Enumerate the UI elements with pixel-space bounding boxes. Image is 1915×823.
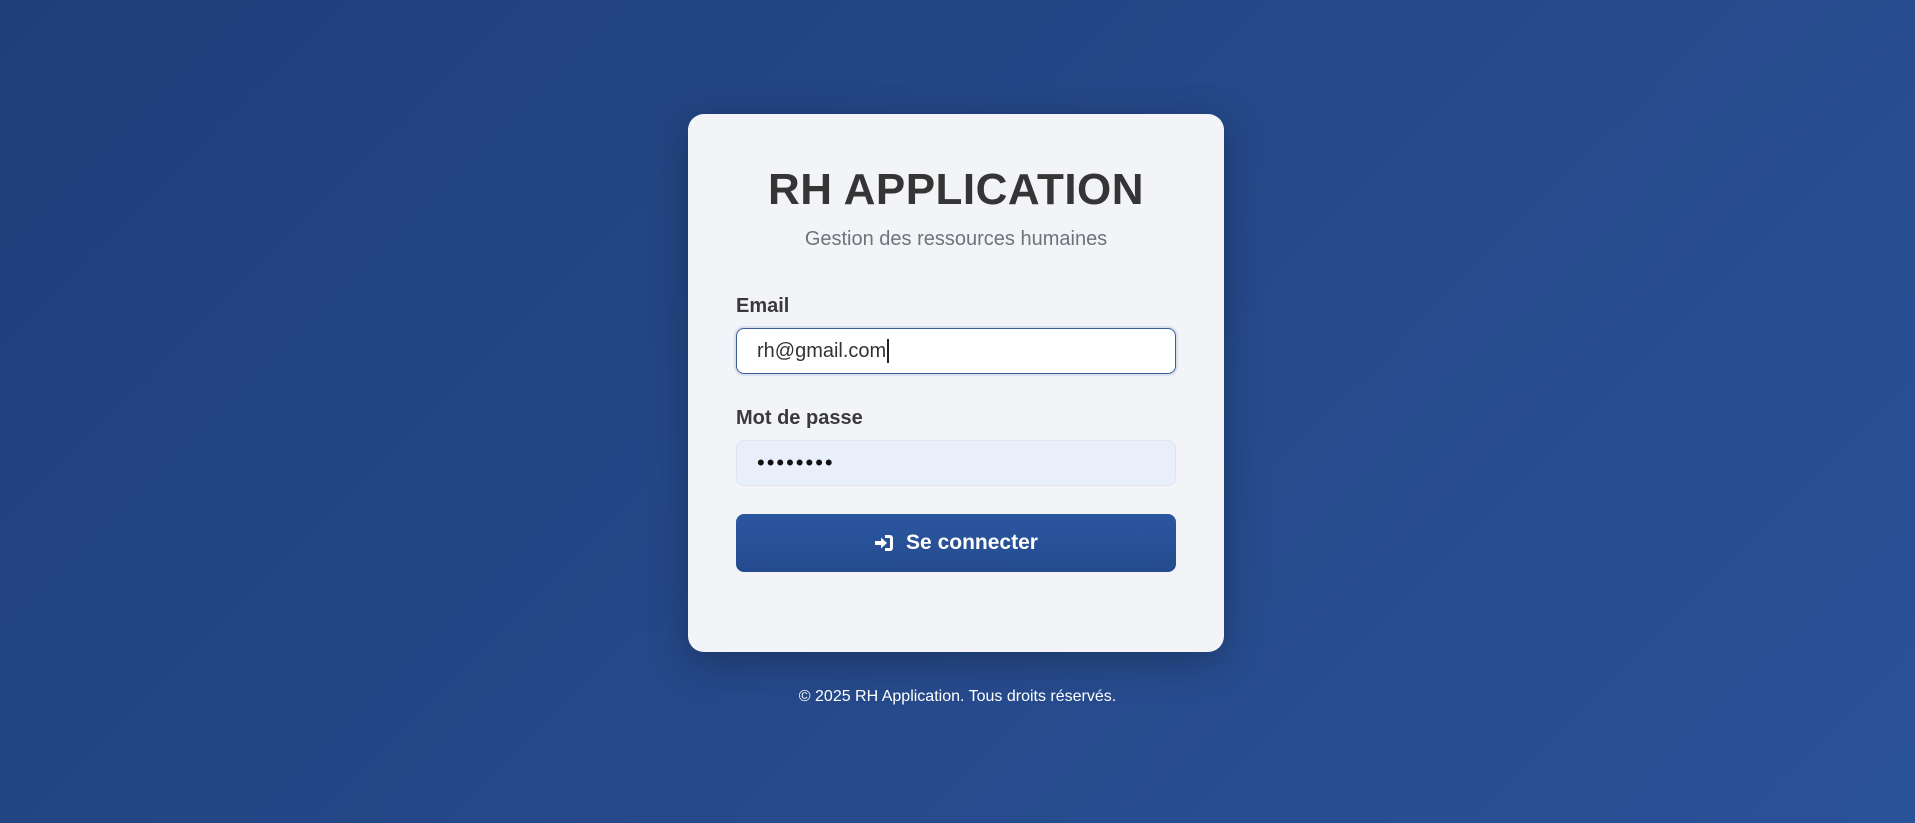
- footer-copyright: © 2025 RH Application. Tous droits réser…: [798, 688, 1117, 705]
- email-field[interactable]: rh@gmail.com: [736, 328, 1176, 374]
- sign-in-icon: [874, 534, 894, 552]
- password-value: ••••••••: [757, 450, 835, 475]
- password-field[interactable]: ••••••••: [736, 440, 1176, 486]
- app-title: RH APPLICATION: [767, 165, 1145, 214]
- text-caret: [887, 339, 889, 363]
- password-label: Mot de passe: [736, 407, 863, 429]
- app-subtitle: Gestion des ressources humaines: [804, 228, 1108, 250]
- email-label: Email: [736, 295, 790, 317]
- login-button[interactable]: Se connecter: [736, 514, 1176, 572]
- email-value: rh@gmail.com: [757, 339, 887, 362]
- login-card: RH APPLICATION Gestion des ressources hu…: [688, 114, 1224, 652]
- login-button-label: Se connecter: [906, 531, 1038, 554]
